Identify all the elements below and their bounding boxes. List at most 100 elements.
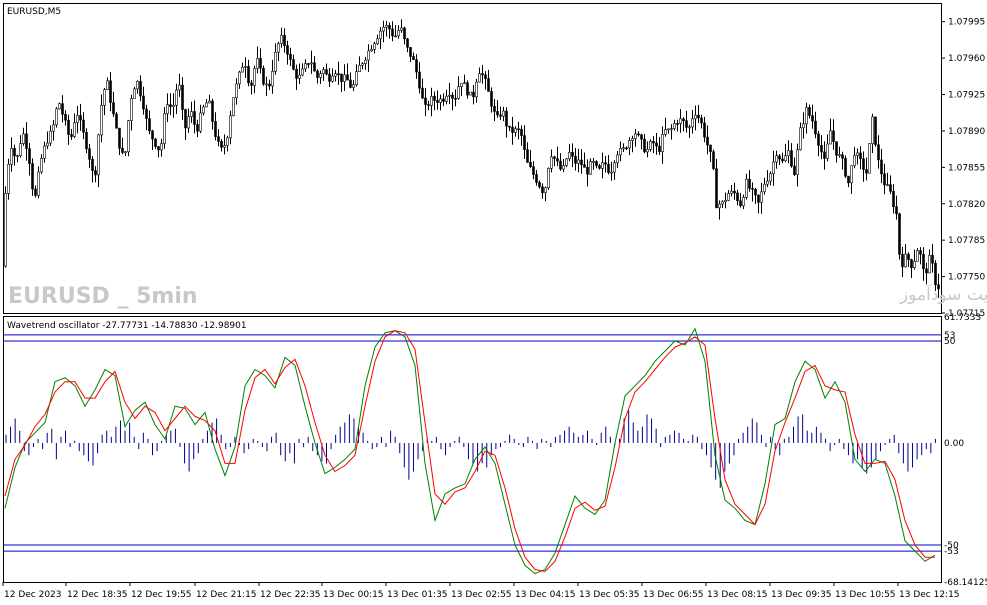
candle-body [451,94,454,99]
time-tick-label: 13 Dec 08:15 [707,590,768,600]
candle-body [19,143,22,156]
candle-body [109,80,112,103]
candle-body [763,183,766,193]
candle-body [46,142,49,147]
candle-body [823,151,826,159]
candle-body [460,83,463,88]
candle-body [13,148,16,157]
candle-body [922,253,925,270]
candle-body [463,82,466,85]
candle-body [586,167,589,175]
candle-body [187,116,190,129]
candle-body [55,108,58,126]
candle-body [436,100,439,103]
time-tick-label: 12 Dec 19:55 [131,590,192,600]
candle-body [592,161,595,163]
candle-body [361,63,364,66]
candle-body [4,193,7,267]
candle-body [367,50,370,61]
candle-body [853,155,856,167]
candle-body [355,71,358,86]
candle-body [64,114,67,121]
candle-body [781,158,784,162]
candle-body [487,78,490,92]
price-tick-label: 1.07785 [948,236,985,246]
candle-body [295,69,298,79]
candle-body [829,130,832,145]
time-tick-label: 12 Dec 18:35 [67,590,128,600]
candle-body [265,83,268,86]
time-axis-ticks: 12 Dec 2023 12 Dec 18:35 12 Dec 19:55 12 De… [2,582,960,600]
candle-body [673,123,676,129]
candle-body [634,133,637,139]
candle-body [544,187,547,193]
candle-body [646,149,649,153]
candle-body [139,81,142,97]
candle-body [31,163,34,190]
candle-body [511,126,514,133]
candle-body [772,161,775,175]
candle-body [133,88,136,99]
candle-body [67,119,70,135]
candle-body [784,155,787,162]
candle-body [457,86,460,99]
time-tick-label: 13 Dec 12:15 [899,590,960,600]
candle-body [94,170,97,176]
candle-body [583,164,586,168]
candle-body [778,155,781,160]
candle-body [556,158,559,162]
candle-body [799,127,802,151]
candle-body [424,97,427,105]
price-tick-label: 1.07925 [948,91,985,101]
candle-body [496,111,499,116]
candle-body [538,182,541,188]
candle-body [550,156,553,169]
candle-body [169,104,172,107]
candle-body [208,100,211,104]
candle-body [847,175,850,184]
candle-body [844,157,847,177]
candle-body [898,213,901,255]
candle-body [568,152,571,160]
candle-body [901,254,904,268]
candle-body [211,100,214,122]
price-tick-label: 1.07960 [948,54,985,64]
time-tick-label: 13 Dec 02:55 [451,590,512,600]
candle-body [652,141,655,144]
candle-body [259,58,262,69]
candle-body [193,111,196,125]
candle-body [118,127,121,149]
price-tick-label: 1.07995 [948,18,985,28]
candle-body [445,95,448,102]
candle-body [886,184,889,186]
candle-body [919,250,922,255]
candle-body [733,190,736,194]
candle-body [106,80,109,90]
candle-body [52,124,55,132]
candle-body [82,119,85,133]
candle-body [601,162,604,169]
candle-body [493,105,496,112]
candle-body [562,165,565,170]
candle-body [34,188,37,196]
candle-body [910,259,913,269]
candle-body [274,51,277,72]
candle-body [478,73,481,83]
candle-body [289,53,292,60]
candle-body [190,111,193,117]
candle-body [565,158,568,166]
candle-body [598,165,601,169]
chart-canvas[interactable]: 1.07995 1.07960 1.07925 1.07890 1.07855 1.078… [0,0,987,605]
oscillator-tick-label: 50 [944,337,956,347]
candle-body [247,66,250,84]
candle-body [541,186,544,193]
candle-body [661,133,664,152]
candle-body [346,74,349,81]
candle-body [214,121,217,137]
site-watermark: انتشار در سایت سودآموز [899,283,987,305]
candle-body [814,120,817,135]
candle-body [28,148,31,164]
candle-body [859,152,862,160]
candle-body [697,114,700,119]
candle-body [769,173,772,182]
